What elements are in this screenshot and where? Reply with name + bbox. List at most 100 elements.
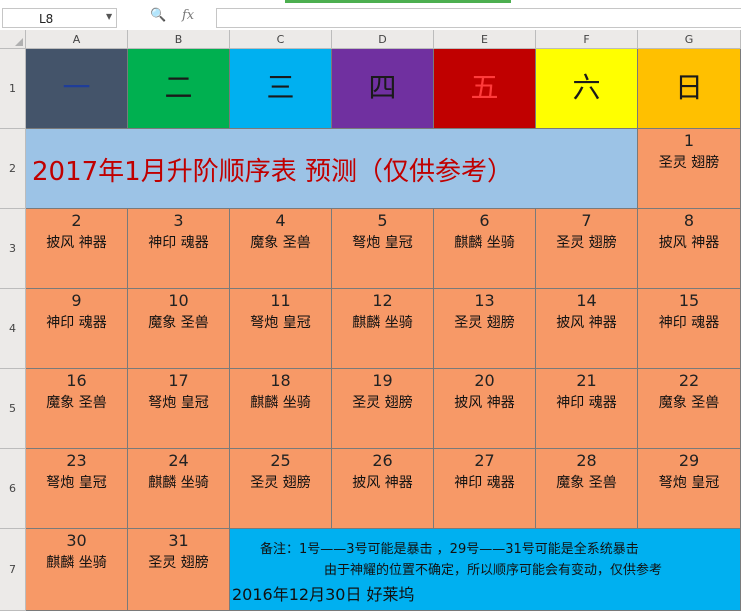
active-tab-indicator xyxy=(285,0,511,3)
zoom-search-icon[interactable]: 🔍 xyxy=(150,8,166,23)
row-header-5[interactable]: 5 xyxy=(0,369,26,449)
formula-input[interactable] xyxy=(216,8,741,28)
day-number: 31 xyxy=(168,531,189,550)
name-box[interactable]: L8 xyxy=(2,8,117,28)
day-cell[interactable]: 10 魔象 圣兽 xyxy=(128,289,230,369)
upgrade-items: 神印 魂器 xyxy=(46,315,107,331)
fx-icon[interactable]: fx xyxy=(182,8,194,23)
day-cell[interactable]: 25 圣灵 翅膀 xyxy=(230,449,332,529)
col-header-f[interactable]: F xyxy=(536,30,638,49)
day-number: 3 xyxy=(173,211,184,230)
day-number: 24 xyxy=(168,451,189,470)
col-header-d[interactable]: D xyxy=(332,30,434,49)
day-cell[interactable]: 11 弩炮 皇冠 xyxy=(230,289,332,369)
day-cell[interactable]: 14 披风 神器 xyxy=(536,289,638,369)
upgrade-items: 圣灵 翅膀 xyxy=(148,555,209,571)
upgrade-items: 弩炮 皇冠 xyxy=(148,395,209,411)
weekday-cell[interactable]: 二 xyxy=(128,49,230,129)
day-cell[interactable]: 15 神印 魂器 xyxy=(638,289,741,369)
chevron-down-icon[interactable]: ▼ xyxy=(106,12,112,21)
day-cell[interactable]: 26 披风 神器 xyxy=(332,449,434,529)
row-header-7[interactable]: 7 xyxy=(0,529,26,611)
upgrade-items: 魔象 圣兽 xyxy=(250,235,311,251)
upgrade-items: 神印 魂器 xyxy=(454,475,515,491)
day-cell[interactable]: 30 麒麟 坐骑 xyxy=(26,529,128,611)
upgrade-items: 弩炮 皇冠 xyxy=(46,475,107,491)
day-number: 1 xyxy=(683,131,695,150)
day-cell[interactable]: 29 弩炮 皇冠 xyxy=(638,449,741,529)
day-cell[interactable]: 12 麒麟 坐骑 xyxy=(332,289,434,369)
day-cell[interactable]: 18 麒麟 坐骑 xyxy=(230,369,332,449)
upgrade-items: 魔象 圣兽 xyxy=(556,475,617,491)
weekday-cell[interactable]: 四 xyxy=(332,49,434,129)
col-header-g[interactable]: G xyxy=(638,30,741,49)
day-cell[interactable]: 20 披风 神器 xyxy=(434,369,536,449)
note-cell[interactable]: 备注：1号——3号可能是暴击 ，29号——31号可能是全系统暴击 由于神耀的位置不… xyxy=(230,529,741,611)
weekday-cell[interactable]: 一 xyxy=(26,49,128,129)
upgrade-items: 魔象 圣兽 xyxy=(148,315,209,331)
row-header-4[interactable]: 4 xyxy=(0,289,26,369)
formula-bar: L8 ▼ 🔍 fx xyxy=(0,0,741,31)
day-cell[interactable]: 16 魔象 圣兽 xyxy=(26,369,128,449)
col-header-c[interactable]: C xyxy=(230,30,332,49)
day-cell[interactable]: 2 披风 神器 xyxy=(26,209,128,289)
day-cell[interactable]: 17 弩炮 皇冠 xyxy=(128,369,230,449)
upgrade-items: 神印 魂器 xyxy=(658,315,720,331)
day-cell[interactable]: 8 披风 神器 xyxy=(638,209,741,289)
upgrade-items: 披风 神器 xyxy=(454,395,515,411)
weekday-cell[interactable]: 三 xyxy=(230,49,332,129)
note-line-1: 备注：1号——3号可能是暴击 ，29号——31号可能是全系统暴击 xyxy=(260,542,639,557)
day-cell[interactable]: 1 圣灵 翅膀 xyxy=(638,129,741,209)
day-number: 20 xyxy=(474,371,495,390)
day-cell[interactable]: 7 圣灵 翅膀 xyxy=(536,209,638,289)
day-number: 23 xyxy=(66,451,87,470)
day-number: 15 xyxy=(678,291,700,310)
select-all-corner[interactable] xyxy=(0,30,26,49)
day-cell[interactable]: 31 圣灵 翅膀 xyxy=(128,529,230,611)
day-number: 14 xyxy=(576,291,597,310)
col-header-a[interactable]: A xyxy=(26,30,128,49)
day-cell[interactable]: 24 麒麟 坐骑 xyxy=(128,449,230,529)
row-header-1[interactable]: 1 xyxy=(0,49,26,129)
select-all-triangle-icon xyxy=(15,38,23,46)
day-number: 11 xyxy=(270,291,291,310)
day-cell[interactable]: 23 弩炮 皇冠 xyxy=(26,449,128,529)
weekday-cell[interactable]: 六 xyxy=(536,49,638,129)
day-cell[interactable]: 28 魔象 圣兽 xyxy=(536,449,638,529)
day-cell[interactable]: 21 神印 魂器 xyxy=(536,369,638,449)
title-cell[interactable]: 2017年1月升阶顺序表 预测（仅供参考） xyxy=(26,129,638,209)
upgrade-items: 圣灵 翅膀 xyxy=(250,475,311,491)
day-number: 9 xyxy=(71,291,82,310)
upgrade-items: 麒麟 坐骑 xyxy=(352,315,413,331)
upgrade-items: 披风 神器 xyxy=(46,235,107,251)
upgrade-items: 圣灵 翅膀 xyxy=(658,155,720,171)
col-header-e[interactable]: E xyxy=(434,30,536,49)
day-cell[interactable]: 5 弩炮 皇冠 xyxy=(332,209,434,289)
day-number: 8 xyxy=(683,211,695,230)
day-cell[interactable]: 9 神印 魂器 xyxy=(26,289,128,369)
row-header-6[interactable]: 6 xyxy=(0,449,26,529)
day-cell[interactable]: 27 神印 魂器 xyxy=(434,449,536,529)
row-header-2[interactable]: 2 xyxy=(0,129,26,209)
weekday-cell[interactable]: 五 xyxy=(434,49,536,129)
day-number: 25 xyxy=(270,451,291,470)
day-number: 29 xyxy=(678,451,700,470)
day-number: 2 xyxy=(71,211,82,230)
col-header-b[interactable]: B xyxy=(128,30,230,49)
day-cell[interactable]: 13 圣灵 翅膀 xyxy=(434,289,536,369)
day-number: 12 xyxy=(372,291,393,310)
upgrade-items: 圣灵 翅膀 xyxy=(454,315,515,331)
day-cell[interactable]: 22 魔象 圣兽 xyxy=(638,369,741,449)
day-cell[interactable]: 6 麒麟 坐骑 xyxy=(434,209,536,289)
day-number: 22 xyxy=(678,371,700,390)
day-cell[interactable]: 4 魔象 圣兽 xyxy=(230,209,332,289)
upgrade-items: 披风 神器 xyxy=(352,475,413,491)
day-cell[interactable]: 19 圣灵 翅膀 xyxy=(332,369,434,449)
day-number: 6 xyxy=(479,211,490,230)
weekday-cell[interactable]: 日 xyxy=(638,49,741,129)
upgrade-items: 披风 神器 xyxy=(556,315,617,331)
day-cell[interactable]: 3 神印 魂器 xyxy=(128,209,230,289)
note-signature: 2016年12月30日 好莱坞 xyxy=(232,585,415,604)
upgrade-items: 魔象 圣兽 xyxy=(46,395,107,411)
row-header-3[interactable]: 3 xyxy=(0,209,26,289)
